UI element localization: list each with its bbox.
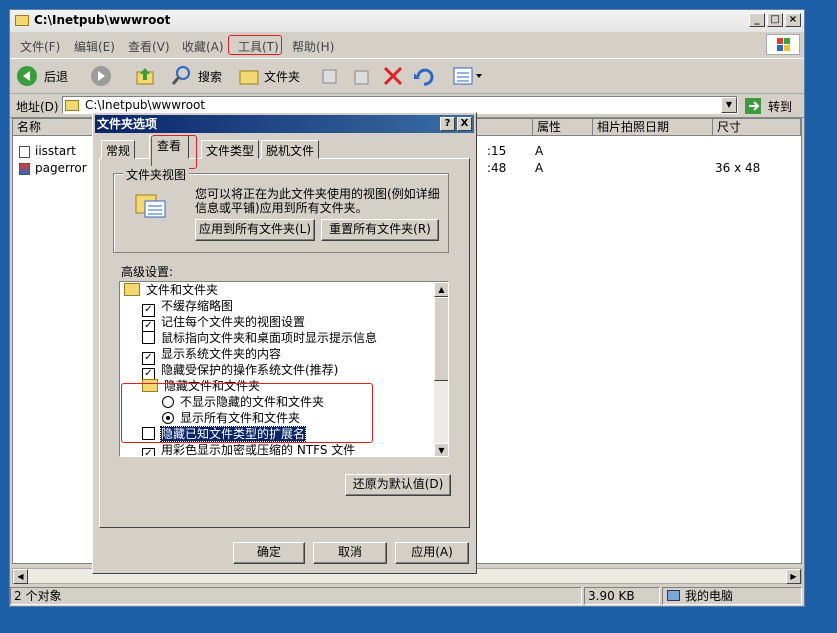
status-size: 3.90 KB — [584, 587, 660, 605]
go-arrow-icon — [745, 98, 761, 114]
dialog-title: 文件夹选项 — [97, 117, 158, 131]
address-dropdown-icon[interactable]: ▼ — [721, 97, 737, 113]
copy-to-icon[interactable] — [350, 65, 372, 87]
file-time: :15 — [487, 144, 507, 158]
tab-offline-files[interactable]: 脱机文件 — [261, 140, 320, 159]
back-arrow-icon — [17, 66, 37, 86]
option-show-system-folder-contents[interactable]: ✓ 显示系统文件夹的内容 — [142, 346, 281, 365]
windows-logo-icon — [766, 34, 800, 55]
folder-icon — [124, 283, 140, 296]
address-label: 地址(D) — [16, 100, 59, 114]
scroll-left-icon[interactable]: ◀ — [13, 569, 28, 584]
option-hide-protected-os-files[interactable]: ✓ 隐藏受保护的操作系统文件(推荐) — [142, 362, 338, 381]
file-size: 36 x 48 — [715, 161, 761, 175]
go-button[interactable]: 转到 — [744, 96, 800, 116]
back-label: 后退 — [44, 70, 69, 84]
column-header-date-taken[interactable]: 相片拍照日期 — [593, 119, 713, 136]
checkbox-unchecked-icon[interactable] — [142, 331, 155, 344]
hidden-files-highlight — [121, 383, 373, 443]
tree-folder-files-and-folders: 文件和文件夹 — [124, 282, 218, 298]
scroll-up-icon[interactable]: ▲ — [434, 282, 448, 297]
column-header-dimensions[interactable]: 尺寸 — [713, 119, 801, 136]
scroll-thumb[interactable] — [434, 297, 448, 381]
option-show-popup-description[interactable]: 鼠标指向文件夹和桌面项时显示提示信息 — [142, 330, 377, 346]
dialog-close-button[interactable]: X — [457, 117, 472, 131]
option-do-not-cache-thumbnails[interactable]: ✓ 不缓存缩略图 — [142, 298, 233, 317]
views-icon[interactable] — [452, 65, 484, 87]
view-tab-highlight — [151, 135, 197, 169]
file-time: :48 — [487, 161, 507, 175]
scroll-right-icon[interactable]: ▶ — [786, 569, 801, 584]
file-attr: A — [535, 161, 544, 175]
dialog-title-bar: 文件夹选项 ? X — [95, 115, 474, 133]
minimize-button[interactable]: _ — [749, 13, 765, 27]
move-to-icon[interactable] — [320, 65, 342, 87]
delete-icon[interactable] — [382, 65, 404, 87]
group-title: 文件夹视图 — [123, 166, 190, 183]
folder-icon — [15, 15, 29, 26]
tools-highlight — [228, 35, 282, 55]
close-button[interactable]: × — [785, 13, 801, 27]
file-name: iisstart — [35, 144, 76, 158]
menu-file[interactable]: 文件(F) — [20, 38, 60, 55]
apply-all-folders-button[interactable]: 应用到所有文件夹(L) — [195, 219, 315, 241]
menu-help[interactable]: 帮助(H) — [292, 38, 334, 55]
status-count: 2 个对象 — [10, 587, 582, 605]
scroll-down-icon[interactable]: ▼ — [434, 443, 448, 456]
file-attr: A — [535, 144, 544, 158]
reset-all-folders-button[interactable]: 重置所有文件夹(R) — [321, 219, 439, 241]
folders-button[interactable]: 文件夹 — [238, 65, 310, 89]
status-zone: 我的电脑 — [662, 587, 802, 605]
menu-bar: 文件(F) 编辑(E) 查看(V) 收藏(A) 工具(T) 帮助(H) — [10, 34, 804, 56]
search-label: 搜索 — [198, 70, 223, 84]
restore-defaults-button[interactable]: 还原为默认值(D) — [345, 474, 451, 496]
undo-icon[interactable] — [412, 65, 434, 87]
search-icon — [171, 66, 190, 85]
address-value: C:\Inetpub\wwwroot — [85, 98, 206, 112]
tab-file-types[interactable]: 文件类型 — [201, 140, 260, 159]
image-file-icon — [19, 163, 30, 175]
folders-label: 文件夹 — [264, 70, 301, 84]
column-header-attributes[interactable]: 属性 — [533, 119, 593, 136]
folders-icon — [239, 70, 259, 85]
window-title: C:\Inetpub\wwwroot — [34, 13, 171, 27]
status-bar: 2 个对象 3.90 KB 我的电脑 — [10, 586, 804, 606]
forward-arrow-icon[interactable] — [90, 65, 112, 87]
maximize-button[interactable]: □ — [767, 13, 783, 27]
computer-icon — [667, 590, 680, 601]
group-description-line2: 信息或平铺)应用到所有文件夹。 — [195, 201, 368, 215]
folder-view-icon — [135, 194, 166, 218]
cancel-button[interactable]: 取消 — [313, 542, 387, 564]
address-folder-icon — [65, 100, 79, 111]
up-folder-icon[interactable] — [134, 65, 156, 87]
checkbox-checked-icon[interactable]: ✓ — [142, 448, 155, 456]
status-zone-label: 我的电脑 — [685, 589, 734, 603]
file-icon — [19, 146, 30, 158]
toolbar: 后退 搜索 文件夹 — [10, 58, 804, 94]
folder-options-dialog: 文件夹选项 ? X 常规 查看 文件类型 脱机文件 文件夹视图 您可以将正在为此… — [92, 112, 477, 574]
go-label: 转到 — [768, 100, 793, 114]
advanced-settings-label: 高级设置: — [121, 265, 174, 279]
option-remember-view-settings[interactable]: ✓ 记住每个文件夹的视图设置 — [142, 314, 305, 333]
apply-button[interactable]: 应用(A) — [395, 542, 469, 564]
ok-button[interactable]: 确定 — [233, 542, 305, 564]
back-button[interactable]: 后退 — [16, 63, 86, 89]
title-bar: C:\Inetpub\wwwroot _ □ × — [10, 10, 804, 32]
option-color-encrypted-ntfs[interactable]: ✓ 用彩色显示加密或压缩的 NTFS 文件 — [142, 442, 355, 456]
file-name: pagerror — [35, 161, 87, 175]
menu-edit[interactable]: 编辑(E) — [74, 38, 115, 55]
search-button[interactable]: 搜索 — [170, 65, 230, 89]
tab-general[interactable]: 常规 — [101, 140, 136, 159]
menu-view[interactable]: 查看(V) — [128, 38, 170, 55]
help-button[interactable]: ? — [440, 117, 455, 131]
tree-vertical-scrollbar[interactable]: ▲ ▼ — [434, 282, 448, 456]
menu-favorites[interactable]: 收藏(A) — [182, 38, 224, 55]
